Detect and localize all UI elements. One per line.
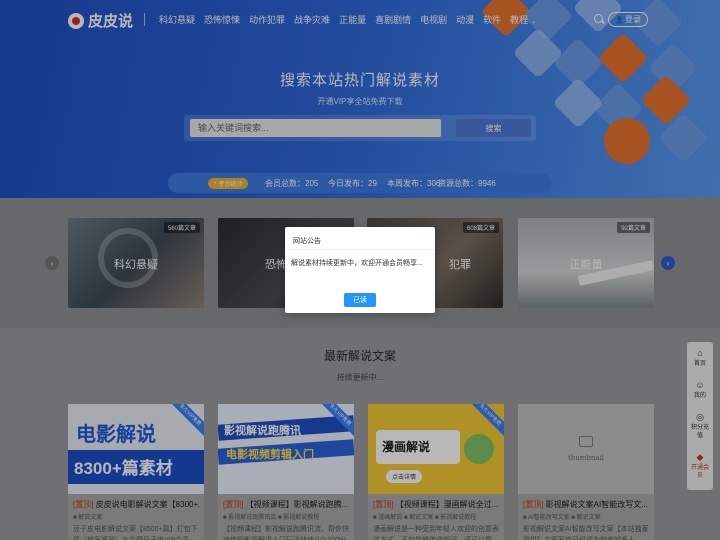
mark-read-button[interactable]: 已读	[344, 293, 376, 307]
modal-body: 解说素材持续更新中，欢迎开通会员畅享...	[291, 260, 423, 267]
modal-title: 网站公告	[293, 238, 321, 245]
announcement-modal: 网站公告 解说素材持续更新中，欢迎开通会员畅享... 已读	[285, 227, 435, 313]
modal-divider	[285, 249, 435, 250]
